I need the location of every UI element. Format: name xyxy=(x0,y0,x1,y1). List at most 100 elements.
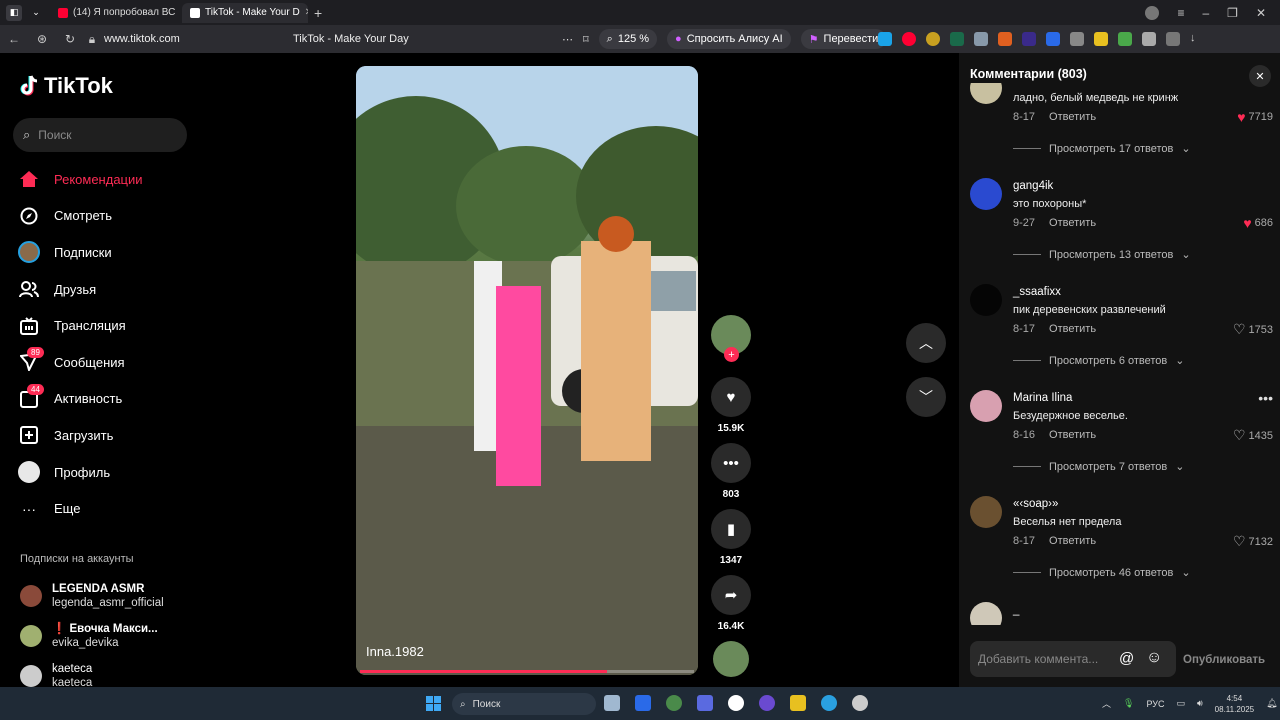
avatar[interactable] xyxy=(970,178,1002,210)
minimize-icon[interactable]: – xyxy=(1202,6,1209,20)
search-input[interactable]: ⌕ Поиск xyxy=(13,118,187,152)
extension-icon[interactable] xyxy=(950,32,964,46)
menu-item-activity[interactable]: 44 Активность xyxy=(18,381,143,418)
menu-item-recommendations[interactable]: Рекомендации xyxy=(18,161,143,198)
comment-username[interactable]: zlokkkkiii888 xyxy=(1013,83,1078,86)
comment-like-button[interactable]: ♥ 7719 xyxy=(1237,109,1273,125)
save-button[interactable]: ▮ xyxy=(711,509,751,549)
next-video-button[interactable]: ﹀ xyxy=(906,377,946,417)
extension-icon[interactable] xyxy=(878,32,892,46)
menu-item-explore[interactable]: Смотреть xyxy=(18,198,143,235)
comment-like-button[interactable]: ♡ 1435 xyxy=(1233,427,1273,444)
comment-username[interactable]: gang4ik xyxy=(1013,180,1053,192)
zoom-indicator[interactable]: ⌕ 125 % xyxy=(598,29,658,49)
creator-avatar[interactable]: + xyxy=(711,315,751,362)
sound-avatar[interactable] xyxy=(713,641,749,677)
view-replies-button[interactable]: Просмотреть 46 ответов ⌄ xyxy=(1013,566,1191,579)
previous-video-button[interactable]: ︿ xyxy=(906,323,946,363)
follow-plus-icon[interactable]: + xyxy=(724,347,739,362)
restore-icon[interactable]: ❐ xyxy=(1227,6,1238,20)
comment-username[interactable]: Marina Ilina xyxy=(1013,392,1072,404)
subscription-item[interactable]: LEGENDA ASMR legenda_asmr_official xyxy=(20,576,164,616)
download-icon[interactable]: ↓ xyxy=(1190,32,1204,46)
menu-item-live[interactable]: Трансляция xyxy=(18,307,143,344)
avatar[interactable] xyxy=(970,83,1002,104)
browser-profile-avatar[interactable] xyxy=(1145,5,1160,20)
extension-icon[interactable] xyxy=(926,32,940,46)
menu-item-messages[interactable]: 89 Сообщения xyxy=(18,344,143,381)
yandex-browser-icon[interactable] xyxy=(728,695,744,711)
start-button[interactable] xyxy=(426,696,441,711)
view-replies-button[interactable]: Просмотреть 6 ответов ⌄ xyxy=(1013,354,1184,367)
emoji-icon[interactable]: ☺ xyxy=(1146,649,1162,667)
avatar[interactable] xyxy=(970,390,1002,422)
url-field[interactable]: www.tiktok.com xyxy=(104,33,180,45)
app-icon[interactable] xyxy=(852,695,868,711)
reply-button[interactable]: Ответить xyxy=(1049,429,1096,441)
shield-icon[interactable] xyxy=(974,32,988,46)
extension-icon[interactable] xyxy=(1070,32,1084,46)
comments-list[interactable]: zlokkkkiii888 ладно, белый медведь не кр… xyxy=(970,83,1275,625)
menu-item-friends[interactable]: Друзья xyxy=(18,271,143,308)
app-icon[interactable] xyxy=(635,695,651,711)
taskbar-search[interactable]: ⌕ Поиск xyxy=(452,693,596,715)
tab-youtube[interactable]: (14) Я попробовал ВСЕ Х xyxy=(50,3,176,23)
notifications-icon[interactable]: 🔔︎ xyxy=(1266,698,1277,709)
reply-button[interactable]: Ответить xyxy=(1049,111,1096,123)
language-indicator[interactable]: РУС xyxy=(1146,699,1164,709)
comment-username[interactable]: «‹soap›» xyxy=(1013,498,1058,510)
clock[interactable]: 4:54 08.11.2025 xyxy=(1215,693,1254,715)
reload-icon[interactable]: ↻ xyxy=(56,32,84,46)
extension-icon[interactable] xyxy=(1046,32,1060,46)
new-tab-icon[interactable]: + xyxy=(314,5,322,21)
tiktok-logo[interactable]: TikTok xyxy=(20,73,113,99)
menu-item-profile[interactable]: Профиль xyxy=(18,454,143,491)
page-more-icon[interactable]: ⋯ xyxy=(562,33,573,46)
menu-item-more[interactable]: ··· Еще xyxy=(18,490,143,527)
comment-like-button[interactable]: ♡ 1753 xyxy=(1233,321,1273,338)
browser-menu-icon[interactable]: ◧ xyxy=(6,4,22,21)
like-button[interactable]: ♥ xyxy=(711,377,751,417)
view-replies-button[interactable]: Просмотреть 17 ответов ⌄ xyxy=(1013,142,1191,155)
menu-item-upload[interactable]: Загрузить xyxy=(18,417,143,454)
avatar[interactable] xyxy=(970,284,1002,316)
close-tab-icon[interactable]: ✕ xyxy=(305,7,308,18)
file-explorer-icon[interactable] xyxy=(604,695,620,711)
share-button[interactable]: ➦ xyxy=(711,575,751,615)
app-icon[interactable] xyxy=(697,695,713,711)
translate-button[interactable]: ⚑ Перевести xyxy=(800,29,887,49)
browser-menu-hamburger-icon[interactable]: ≡ xyxy=(1177,6,1184,20)
video-author-name[interactable]: Inna.1982 xyxy=(366,644,424,659)
view-replies-button[interactable]: Просмотреть 13 ответов ⌄ xyxy=(1013,248,1191,261)
comment-username[interactable]: _ssaafixx xyxy=(1013,286,1061,298)
network-icon[interactable]: ▭ xyxy=(1176,698,1185,709)
view-replies-button[interactable]: Просмотреть 7 ответов ⌄ xyxy=(1013,460,1184,473)
reply-button[interactable]: Ответить xyxy=(1049,323,1096,335)
youtube-extension-icon[interactable] xyxy=(902,32,916,46)
subscription-item[interactable]: ❗ Евочка Макси... evika_devika xyxy=(20,616,164,656)
reply-button[interactable]: Ответить xyxy=(1049,535,1096,547)
extension-icon[interactable] xyxy=(998,32,1012,46)
protect-icon[interactable]: ⊛ xyxy=(28,32,56,46)
reply-button[interactable]: Ответить xyxy=(1049,217,1096,229)
bookmark-icon[interactable]: ⌑ xyxy=(583,33,589,46)
avatar[interactable] xyxy=(970,602,1002,625)
volume-icon[interactable]: 🔊︎ xyxy=(1197,698,1203,709)
ask-alice-button[interactable]: ● Спросить Алису AI xyxy=(667,29,791,49)
extension-icon[interactable] xyxy=(1094,32,1108,46)
extension-icon[interactable] xyxy=(1118,32,1132,46)
app-icon[interactable] xyxy=(666,695,682,711)
comment-username[interactable]: _ xyxy=(1013,604,1019,616)
app-icon[interactable] xyxy=(790,695,806,711)
tab-tiktok[interactable]: TikTok - Make Your D ✕ xyxy=(182,2,308,23)
telegram-icon[interactable] xyxy=(821,695,837,711)
extension-icon[interactable] xyxy=(1142,32,1156,46)
back-icon[interactable]: ← xyxy=(0,32,28,46)
extensions-icon[interactable] xyxy=(1166,32,1180,46)
tabs-dropdown-icon[interactable]: ⌄ xyxy=(28,5,44,21)
comment-like-button[interactable]: ♡ 7132 xyxy=(1233,533,1273,550)
video-player[interactable]: Inna.1982 xyxy=(356,66,698,675)
publish-button[interactable]: Опубликовать xyxy=(1183,654,1265,666)
video-progress-bar[interactable] xyxy=(360,670,694,673)
menu-item-following[interactable]: Подписки xyxy=(18,234,143,271)
